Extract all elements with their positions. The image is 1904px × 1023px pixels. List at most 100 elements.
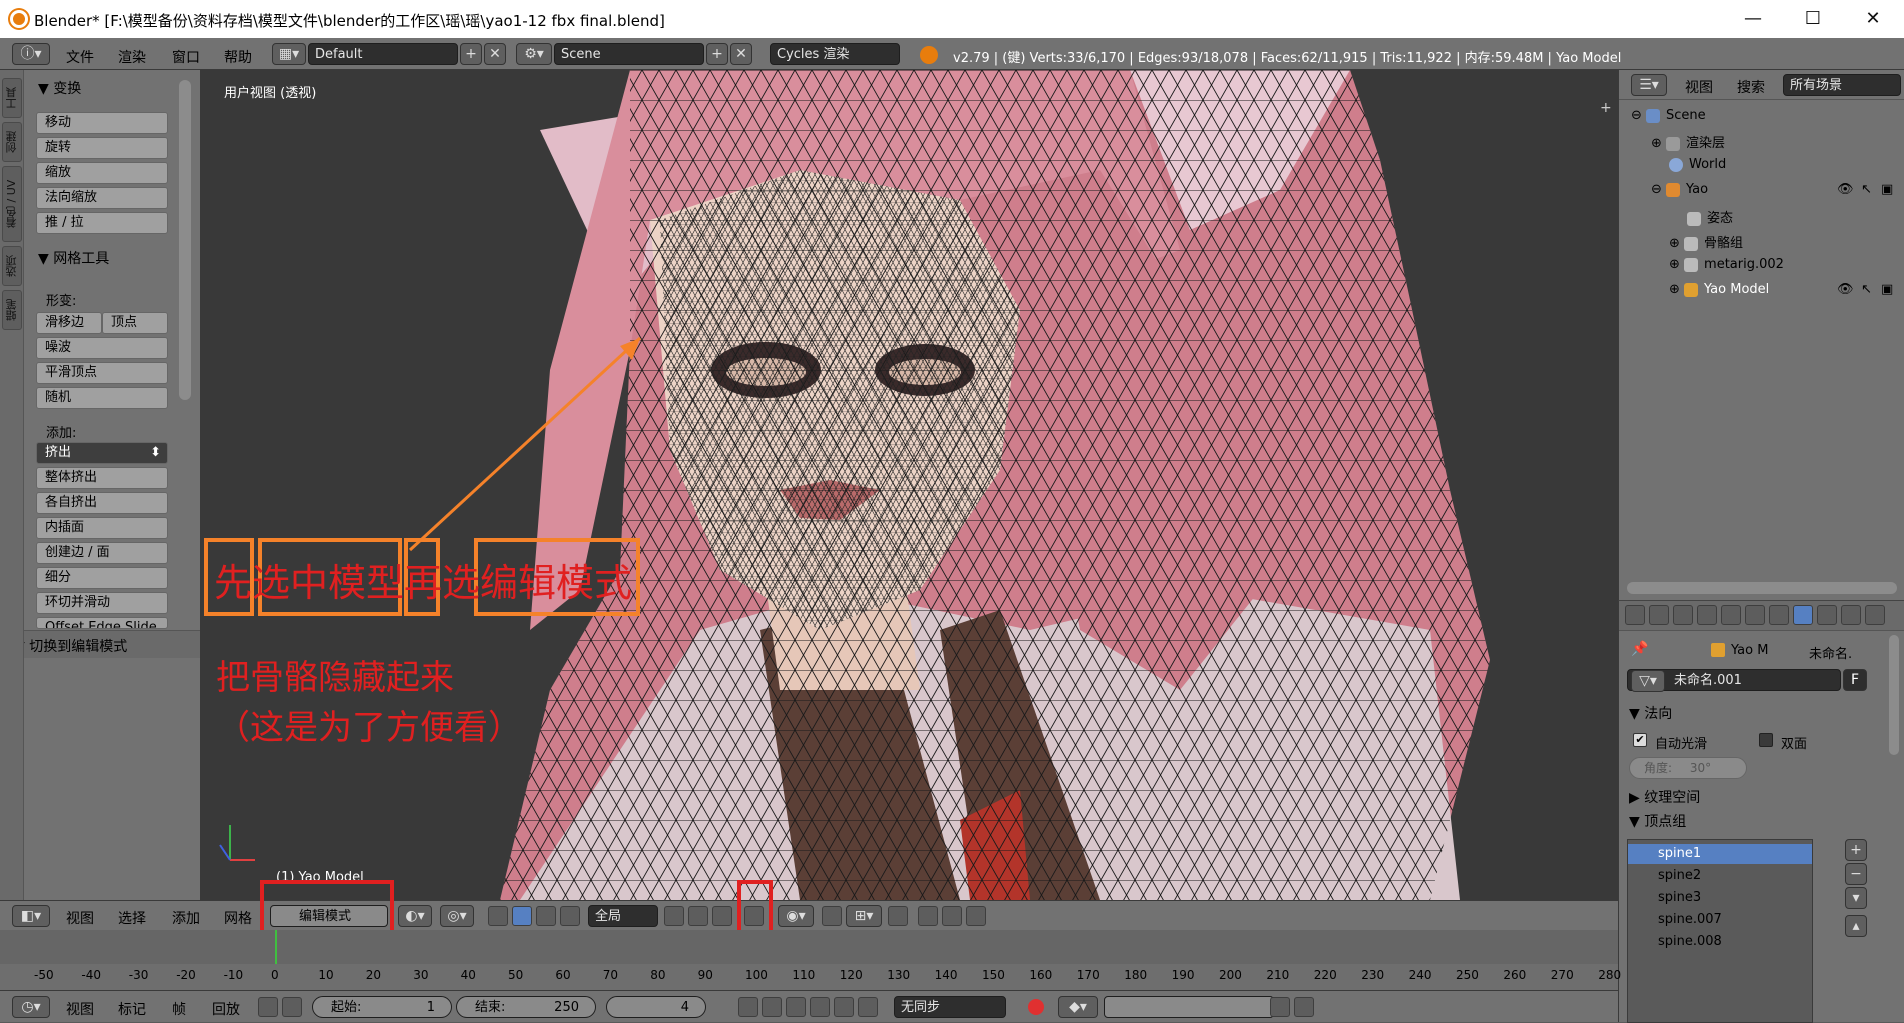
jump-prev-keyframe-icon[interactable] (762, 997, 782, 1017)
outliner-row-yaomodel[interactable]: ⊕ Yao Model (1669, 282, 1769, 297)
mesh-tools-heading[interactable]: ▼ 网格工具 (38, 248, 109, 268)
shrink-fatten-button[interactable]: 法向缩放 (36, 187, 168, 209)
scene-field[interactable]: Scene (554, 43, 704, 65)
tab-grease-pencil[interactable]: 蜡笔 (2, 290, 22, 330)
menu-window[interactable]: 窗口 (172, 47, 200, 67)
offset-edge-slide-button[interactable]: Offset Edge Slide (36, 617, 168, 629)
tab-mesh-data-icon[interactable] (1793, 605, 1813, 625)
tab-render-layers-icon[interactable] (1649, 605, 1669, 625)
maximize-button[interactable]: ☐ (1798, 6, 1828, 32)
noise-button[interactable]: 噪波 (36, 337, 168, 359)
tab-create[interactable]: 创建 (2, 122, 22, 162)
rotate-manipulator-icon[interactable] (536, 906, 556, 926)
vertex-slide-button[interactable]: 顶点 (102, 312, 168, 334)
texture-space-heading[interactable]: ▶ 纹理空间 (1629, 787, 1700, 807)
current-frame-indicator[interactable] (275, 930, 277, 964)
vgroup-specials-button[interactable]: ▾ (1845, 887, 1867, 909)
opengl-anim-icon[interactable] (942, 906, 962, 926)
remove-scene-icon[interactable]: ✕ (730, 43, 752, 65)
move-vgroup-up-button[interactable]: ▴ (1845, 915, 1867, 937)
slide-edge-button[interactable]: 滑移边 (36, 312, 102, 334)
current-frame-field[interactable]: 4 (606, 996, 706, 1018)
outliner-view-menu[interactable]: 视图 (1685, 77, 1713, 97)
tab-texture-icon[interactable] (1841, 605, 1861, 625)
render-engine-select[interactable]: Cycles 渲染 (770, 43, 900, 65)
add-layout-icon[interactable]: + (460, 43, 482, 65)
translate-button[interactable]: 移动 (36, 112, 168, 134)
add-scene-icon[interactable]: + (706, 43, 728, 65)
tab-particles-icon[interactable] (1865, 605, 1885, 625)
vertex-groups-heading[interactable]: ▼ 顶点组 (1629, 811, 1686, 831)
tab-material-icon[interactable] (1817, 605, 1837, 625)
snap-element-icon[interactable]: ⊞▾ (846, 905, 882, 927)
vgroup-row[interactable]: spine3 (1628, 888, 1812, 908)
menu-select[interactable]: 选择 (118, 908, 146, 928)
outliner-row-scene[interactable]: ⊖ Scene (1631, 108, 1706, 123)
tab-world-icon[interactable] (1697, 605, 1717, 625)
make-edge-face-button[interactable]: 创建边 / 面 (36, 542, 168, 564)
vertex-select-icon[interactable] (664, 906, 684, 926)
vgroup-row[interactable]: spine.008 (1628, 932, 1812, 952)
preview-range-icon[interactable] (258, 997, 278, 1017)
sync-mode-select[interactable]: 无同步 (894, 996, 1006, 1018)
tab-shading-uv[interactable]: 着色 / UV (2, 166, 22, 242)
menu-mesh[interactable]: 网格 (224, 908, 252, 928)
vgroup-row[interactable]: spine.007 (1628, 910, 1812, 930)
scale-manipulator-icon[interactable] (560, 906, 580, 926)
scale-button[interactable]: 缩放 (36, 162, 168, 184)
extrude-select[interactable]: 挤出 ⬍ (36, 442, 168, 464)
pivot-point-icon[interactable]: ◎▾ (440, 905, 474, 927)
outliner-scrollbar[interactable] (1627, 582, 1897, 594)
menu-frame[interactable]: 帧 (172, 999, 186, 1019)
menu-marker[interactable]: 标记 (118, 999, 146, 1019)
inset-faces-button[interactable]: 内插面 (36, 517, 168, 539)
normals-panel-heading[interactable]: ▼ 法向 (1629, 703, 1672, 723)
outliner-row-renderlayers[interactable]: ⊕ 渲染层 (1651, 132, 1725, 151)
selectable-cursor-icon-2[interactable]: ↖ (1861, 282, 1872, 297)
menu-add[interactable]: 添加 (172, 908, 200, 928)
pin-icon[interactable]: 📌 (1631, 641, 1648, 657)
outliner-search-menu[interactable]: 搜索 (1737, 77, 1765, 97)
minimize-button[interactable]: — (1738, 6, 1768, 32)
push-pull-button[interactable]: 推 / 拉 (36, 212, 168, 234)
extrude-region-button[interactable]: 整体挤出 (36, 467, 168, 489)
play-reverse-icon[interactable] (786, 997, 806, 1017)
editor-type-3dview-icon[interactable]: ◧▾ (12, 905, 50, 927)
menu-timeline-view[interactable]: 视图 (66, 999, 94, 1019)
expand-panel-icon[interactable]: + (1600, 100, 1612, 116)
properties-scrollbar[interactable] (1889, 635, 1899, 755)
tab-options[interactable]: 选项 (2, 246, 22, 286)
visibility-eye-icon[interactable]: 👁 (1837, 182, 1854, 197)
tool-shelf-scrollbar[interactable] (179, 80, 191, 400)
mesh-browse-icon[interactable]: ▽▾ (1631, 670, 1665, 692)
outliner-filter-select[interactable]: 所有场景 (1783, 74, 1901, 96)
smooth-vertex-button[interactable]: 平滑顶点 (36, 362, 168, 384)
insert-keyframe-icon[interactable] (1270, 997, 1290, 1017)
subdivide-button[interactable]: 细分 (36, 567, 168, 589)
menu-view[interactable]: 视图 (66, 908, 94, 928)
operator-panel[interactable]: ▼ 切换到编辑模式 (0, 630, 200, 658)
transform-orientation-select[interactable]: 全局 (588, 905, 658, 927)
snap-toggle-icon[interactable] (822, 906, 842, 926)
active-keying-set-field[interactable] (1104, 996, 1274, 1018)
extrude-individual-button[interactable]: 各自挤出 (36, 492, 168, 514)
remove-layout-icon[interactable]: ✕ (484, 43, 506, 65)
delete-keyframe-icon[interactable] (1294, 997, 1314, 1017)
outliner-row-yao[interactable]: ⊖ Yao (1651, 182, 1708, 197)
outliner-row-pose[interactable]: 姿态 (1687, 207, 1733, 226)
outliner-editor-icon[interactable]: ☰▾ (1631, 74, 1667, 96)
tab-tools[interactable]: 工具 (2, 78, 22, 118)
manipulator-toggle-icon[interactable] (488, 906, 508, 926)
visibility-eye-icon-2[interactable]: 👁 (1837, 282, 1854, 297)
scene-icon[interactable]: ⚙▾ (516, 43, 552, 65)
menu-render[interactable]: 渲染 (118, 47, 146, 67)
outliner-row-metarig[interactable]: ⊕ metarig.002 (1669, 257, 1784, 272)
angle-field[interactable]: 角度: 30° (1629, 757, 1747, 779)
tab-object-icon[interactable] (1721, 605, 1741, 625)
translate-manipulator-icon[interactable] (512, 906, 532, 926)
opengl-render-icon[interactable] (918, 906, 938, 926)
end-frame-field[interactable]: 结束: 250 (456, 996, 596, 1018)
edge-select-icon[interactable] (688, 906, 708, 926)
transform-heading[interactable]: ▼ 变换 (38, 78, 81, 98)
proportional-editing-icon[interactable]: ◉▾ (778, 905, 814, 927)
